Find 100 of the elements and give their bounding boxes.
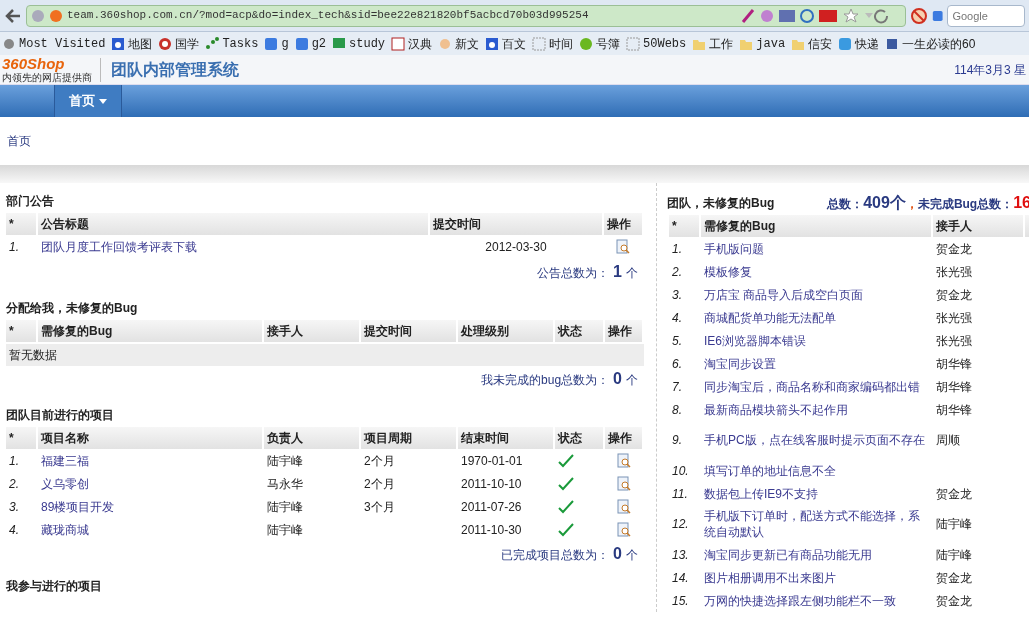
column-header: 公告标题 xyxy=(38,213,428,235)
bookmark-link[interactable]: 新文 xyxy=(438,34,480,53)
total-label: 我未完成的bug总数为： xyxy=(481,372,610,389)
document-view-icon[interactable] xyxy=(616,239,630,255)
project-link[interactable]: 福建三福 xyxy=(38,451,262,470)
bookmark-icon xyxy=(158,36,173,51)
bookmark-icon xyxy=(111,36,126,51)
bug-link[interactable]: IE6浏览器脚本错误 xyxy=(704,332,928,349)
bug-link[interactable]: 模板修复 xyxy=(704,263,928,280)
bookmark-icon xyxy=(532,36,547,51)
bug-link[interactable]: 同步淘宝后，商品名称和商家编码都出错 xyxy=(704,378,928,395)
bug-link[interactable]: 填写订单的地址信息不全 xyxy=(704,462,928,479)
row-index: 3. xyxy=(671,286,683,304)
checkmark-icon xyxy=(558,454,574,469)
bookmark-icon xyxy=(2,36,16,51)
bookmark-icon xyxy=(391,36,406,51)
table-cell: 陆宇峰 xyxy=(936,517,972,531)
block-icon[interactable] xyxy=(910,6,928,25)
document-view-icon[interactable] xyxy=(616,521,631,538)
bug-link[interactable]: 最新商品模块箭头不起作用 xyxy=(704,401,928,418)
table-cell: 贺金龙 xyxy=(936,593,972,608)
bookmark-link[interactable]: 汉典 xyxy=(391,34,433,53)
bookmark-icon xyxy=(294,36,309,51)
bookmark-link[interactable]: Tasks xyxy=(205,34,259,53)
bug-link[interactable]: 数据包上传IE9不支持 xyxy=(704,485,928,502)
nav-tab[interactable]: 首页 xyxy=(55,85,122,117)
caret-icon xyxy=(99,98,107,104)
bookmark-icon xyxy=(332,36,347,51)
column-header: 状态 xyxy=(555,320,603,342)
table-cell: 胡华锋 xyxy=(936,402,972,417)
bookmark-link[interactable]: 国学 xyxy=(158,34,200,53)
table-cell: 胡华锋 xyxy=(936,356,972,371)
bookmark-link[interactable]: study xyxy=(332,34,386,53)
bug-link[interactable]: 万店宝 商品导入后成空白页面 xyxy=(704,286,928,303)
bookmark-link[interactable]: 地图 xyxy=(111,34,153,53)
column-header: 处理级别 xyxy=(458,320,553,342)
bookmark-link[interactable]: 工作 xyxy=(692,34,734,53)
globe-icon xyxy=(31,8,45,23)
bug-link[interactable]: 手机版下订单时，配送方式不能选择，系统自动默认 xyxy=(704,508,928,540)
bookmark-link[interactable]: 快递 xyxy=(838,34,880,53)
document-view-icon[interactable] xyxy=(616,498,631,515)
announcement-link[interactable]: 团队月度工作回馈考评表下载 xyxy=(38,238,428,256)
column-header: * xyxy=(669,215,699,237)
table-cell: 陆宇峰 xyxy=(936,547,972,562)
url-text: team.360shop.com.cn/?mod=acp&do=index_tech&sid=bee22e821820bf5acbcd70b03d995254 xyxy=(67,8,589,24)
bookmark-link[interactable]: Most Visited xyxy=(2,34,106,53)
table-cell: 周顺 xyxy=(936,433,960,447)
row-index: 9. xyxy=(671,432,683,449)
total-count: 0 xyxy=(613,369,622,389)
bookmark-link[interactable]: g xyxy=(264,34,289,53)
table-cell: 张光强 xyxy=(936,310,972,325)
column-header: 操作 xyxy=(604,213,642,235)
bookmark-icon xyxy=(579,36,594,51)
document-view-icon[interactable] xyxy=(616,452,631,469)
row-index: 7. xyxy=(671,378,683,396)
bookmark-link[interactable]: 信安 xyxy=(791,34,833,53)
project-link[interactable]: 89楼项目开发 xyxy=(38,497,262,516)
table-cell: 3个月 xyxy=(364,499,395,514)
bug-link[interactable]: 图片相册调用不出来图片 xyxy=(704,569,928,586)
table-cell-text: 2011-07-26 xyxy=(460,498,523,516)
address-field[interactable]: team.360shop.com.cn/?mod=acp&do=index_tech&sid=bee22e821820bf5acbcd70b03d995254 xyxy=(26,4,906,27)
table-cell: 贺金龙 xyxy=(936,570,972,585)
bookmark-icon xyxy=(626,36,641,51)
search-field[interactable]: Google xyxy=(947,4,1025,27)
bookmark-link[interactable]: java xyxy=(739,34,786,53)
document-view-icon[interactable] xyxy=(616,475,631,492)
unit-text: 个 xyxy=(626,372,638,389)
row-index: 3. xyxy=(8,498,20,516)
bug-link[interactable]: 万网的快捷选择跟左侧功能栏不一致 xyxy=(704,592,928,609)
column-header: 项目周期 xyxy=(361,427,456,449)
row-index: 1. xyxy=(8,239,20,256)
column-header: 需修复的Bug xyxy=(701,215,931,237)
row-index: 6. xyxy=(671,355,683,373)
bug-link[interactable]: 商城配货单功能无法配单 xyxy=(704,309,928,326)
bookmark-link[interactable]: 百文 xyxy=(485,34,527,53)
table-cell-text: 马永华 xyxy=(266,475,304,493)
bookmark-link[interactable]: 时间 xyxy=(532,34,574,53)
bookmark-icon xyxy=(838,36,853,51)
bug-link[interactable]: 手机PC版，点在线客服时提示页面不存在 xyxy=(704,432,928,448)
column-header: 提交时间 xyxy=(430,213,602,235)
unit-text: 个 xyxy=(626,547,638,564)
bookmark-icon xyxy=(485,36,500,51)
row-index: 1. xyxy=(671,240,683,258)
bug-link[interactable]: 淘宝同步设置 xyxy=(704,355,928,372)
project-link[interactable]: 藏珑商城 xyxy=(38,520,262,539)
bookmark-link[interactable]: 一生必读的60 xyxy=(885,34,976,53)
project-link[interactable]: 义乌零创 xyxy=(38,474,262,493)
bug-link[interactable]: 淘宝同步更新已有商品功能无用 xyxy=(704,546,928,563)
section-title: 部门公告 xyxy=(6,193,54,210)
bookmark-link[interactable]: 号簿 xyxy=(579,34,621,53)
total-label: 已完成项目总数为： xyxy=(501,547,610,564)
breadcrumb[interactable]: 首页 xyxy=(7,132,31,150)
column-header: * xyxy=(6,427,36,449)
bookmark-link[interactable]: g2 xyxy=(294,34,327,53)
column-header: * xyxy=(6,320,36,342)
bug-link[interactable]: 手机版问题 xyxy=(704,240,928,257)
table-cell: 贺金龙 xyxy=(936,486,972,501)
row-index: 2. xyxy=(671,263,683,281)
column-header: 提交时间 xyxy=(361,320,456,342)
bookmark-link[interactable]: 50Webs xyxy=(626,34,687,53)
